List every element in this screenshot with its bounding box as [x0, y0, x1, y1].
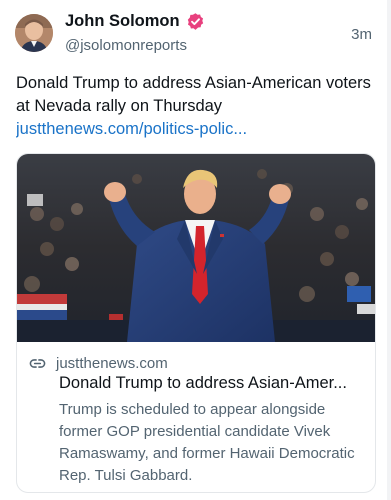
author-name-row: John Solomon	[65, 12, 205, 31]
card-domain: justthenews.com	[56, 355, 168, 372]
link-preview-card[interactable]: justthenews.com Donald Trump to address …	[16, 153, 376, 493]
card-title[interactable]: Donald Trump to address Asian-Amer...	[59, 374, 367, 393]
post-timestamp[interactable]: 3m	[351, 26, 372, 43]
author-handle[interactable]: @jsolomonreports	[65, 37, 187, 54]
post-link[interactable]: justthenews.com/politics-polic...	[16, 118, 371, 141]
post-text-block: Donald Trump to address Asian-American v…	[16, 72, 371, 141]
scrollbar-track[interactable]	[387, 0, 391, 500]
card-domain-row: justthenews.com	[29, 355, 168, 372]
post[interactable]: John Solomon @jsolomonreports 3m Donald …	[0, 0, 391, 500]
verified-badge-icon	[187, 13, 203, 30]
card-image	[17, 154, 375, 342]
link-icon	[29, 359, 46, 368]
author-display-name[interactable]: John Solomon	[65, 12, 180, 31]
post-text: Donald Trump to address Asian-American v…	[16, 74, 371, 115]
card-description: Trump is scheduled to appear alongside f…	[59, 401, 355, 484]
avatar[interactable]	[15, 14, 53, 52]
